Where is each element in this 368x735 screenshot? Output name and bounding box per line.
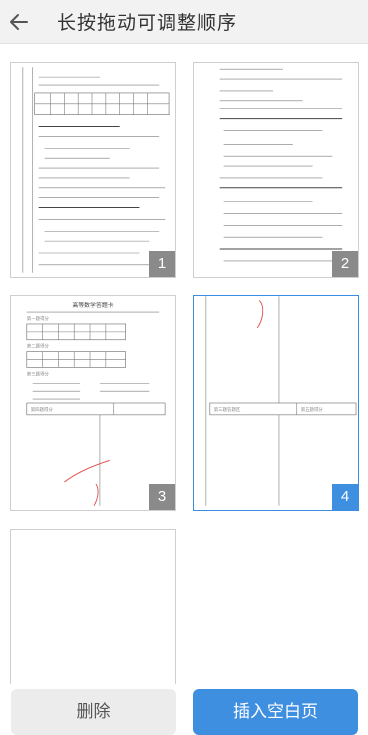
insert-blank-page-button[interactable]: 插入空白页 <box>193 689 358 735</box>
page-4-section-1: 第三题答题区 <box>214 406 241 413</box>
page-5-content <box>11 530 175 684</box>
page-3-content: 高等数学答题卡 第一题得分 第二题得分 第三题得分 第四题得分 <box>26 301 166 506</box>
top-bar: 长按拖动可调整顺序 <box>0 0 368 44</box>
page-number-badge: 2 <box>332 251 358 277</box>
page-grid: 1 2 高等数学答题卡 第一题得分 第二题得分 第三题得分 第四题得分 3 第三… <box>0 44 368 684</box>
bottom-action-bar: 删除 插入空白页 <box>0 684 368 735</box>
page-thumbnail-2[interactable]: 2 <box>193 62 359 278</box>
page-3-section-1: 第一题得分 <box>27 315 50 322</box>
page-4-section-2: 第五题得分 <box>301 406 324 413</box>
page-title: 长按拖动可调整顺序 <box>57 12 238 34</box>
delete-button[interactable]: 删除 <box>11 689 176 735</box>
page-3-section-3: 第三题得分 <box>27 370 50 377</box>
page-3-section-4: 第四题得分 <box>31 406 54 413</box>
page-4-content: 第三题答题区 第五题得分 <box>205 296 357 506</box>
page-thumbnail-5[interactable] <box>10 529 176 684</box>
page-thumbnail-1[interactable]: 1 <box>10 62 176 278</box>
page-1-content <box>22 67 170 273</box>
page-2-content <box>219 68 343 262</box>
page-number-badge: 4 <box>332 484 358 510</box>
back-button[interactable] <box>6 6 38 38</box>
page-thumbnail-4[interactable]: 第三题答题区 第五题得分 4 <box>193 295 359 511</box>
page-3-title: 高等数学答题卡 <box>72 301 113 309</box>
page-3-section-2: 第二题得分 <box>27 343 50 350</box>
page-number-badge: 3 <box>149 484 175 510</box>
page-thumbnail-3[interactable]: 高等数学答题卡 第一题得分 第二题得分 第三题得分 第四题得分 3 <box>10 295 176 511</box>
arrow-left-icon <box>10 14 28 30</box>
page-number-badge: 1 <box>149 251 175 277</box>
